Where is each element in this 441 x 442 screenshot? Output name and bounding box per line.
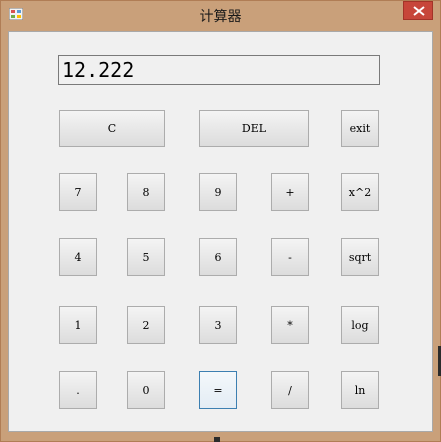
close-icon [413,6,425,16]
minus-button[interactable]: - [271,238,309,276]
exit-button[interactable]: exit [341,110,379,147]
equals-button[interactable]: = [199,371,237,409]
digit-9-button[interactable]: 9 [199,173,237,211]
digit-4-button[interactable]: 4 [59,238,97,276]
ln-button[interactable]: ln [341,371,379,409]
title-bar[interactable]: 计算器 [0,0,441,31]
digit-1-button[interactable]: 1 [59,306,97,344]
decimal-point-button[interactable]: . [59,371,97,409]
calculator-window: 计算器 12.222 C DEL exit 7 8 9 + x^2 4 5 6 … [0,0,441,442]
digit-3-button[interactable]: 3 [199,306,237,344]
sqrt-button[interactable]: sqrt [341,238,379,276]
digit-6-button[interactable]: 6 [199,238,237,276]
result-display[interactable]: 12.222 [58,55,380,85]
window-title: 计算器 [199,9,242,25]
resize-edge-marker [214,437,220,442]
digit-8-button[interactable]: 8 [127,173,165,211]
digit-7-button[interactable]: 7 [59,173,97,211]
clear-button[interactable]: C [59,110,165,147]
multiply-button[interactable]: * [271,306,309,344]
close-button[interactable] [403,1,433,20]
delete-button[interactable]: DEL [199,110,309,147]
square-button[interactable]: x^2 [341,173,379,211]
divide-button[interactable]: / [271,371,309,409]
digit-2-button[interactable]: 2 [127,306,165,344]
digit-5-button[interactable]: 5 [127,238,165,276]
plus-button[interactable]: + [271,173,309,211]
digit-0-button[interactable]: 0 [127,371,165,409]
log-button[interactable]: log [341,306,379,344]
